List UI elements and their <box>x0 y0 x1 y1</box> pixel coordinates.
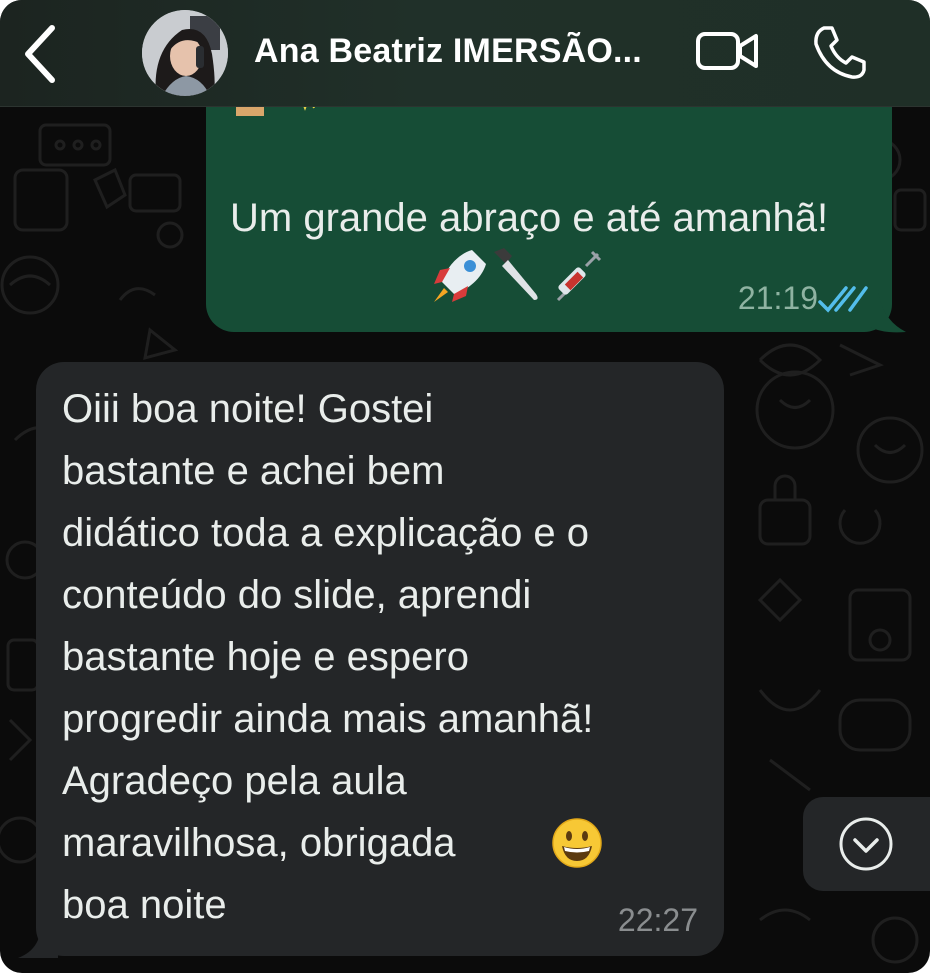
incoming-bubble-tail <box>18 918 58 958</box>
profile-photo <box>142 10 228 96</box>
outgoing-message-text: Um grande abraço e até amanhã! <box>230 196 829 240</box>
rocket-icon <box>434 250 486 302</box>
chat-screen: Um grande abraço e até amanhã! 21:19 Oii… <box>0 0 930 973</box>
incoming-message-text: Oiii boa noite! Gostei bastante e achei … <box>62 387 594 927</box>
chat-header: Ana Beatriz IMERSÃO... <box>0 0 930 107</box>
outgoing-message-time: 21:19 <box>737 280 818 316</box>
syringe-icon <box>556 250 602 302</box>
incoming-message-time: 22:27 <box>617 902 698 938</box>
contact-name[interactable]: Ana Beatriz IMERSÃO... <box>254 32 674 71</box>
chevron-left-icon <box>25 25 55 83</box>
scroll-to-bottom-button[interactable] <box>803 797 930 891</box>
video-call-button[interactable] <box>694 26 760 78</box>
knife-icon <box>494 248 538 300</box>
outgoing-bubble-tail <box>868 290 906 333</box>
video-camera-icon <box>696 32 758 70</box>
avatar[interactable] <box>142 10 228 96</box>
phone-icon <box>814 26 866 79</box>
voice-call-button[interactable] <box>810 22 868 82</box>
read-receipt-icon <box>818 286 868 313</box>
grinning-face-icon <box>552 818 602 868</box>
outgoing-emojis <box>434 248 602 302</box>
back-button[interactable] <box>14 18 74 88</box>
chevron-down-circle-icon <box>839 817 893 871</box>
